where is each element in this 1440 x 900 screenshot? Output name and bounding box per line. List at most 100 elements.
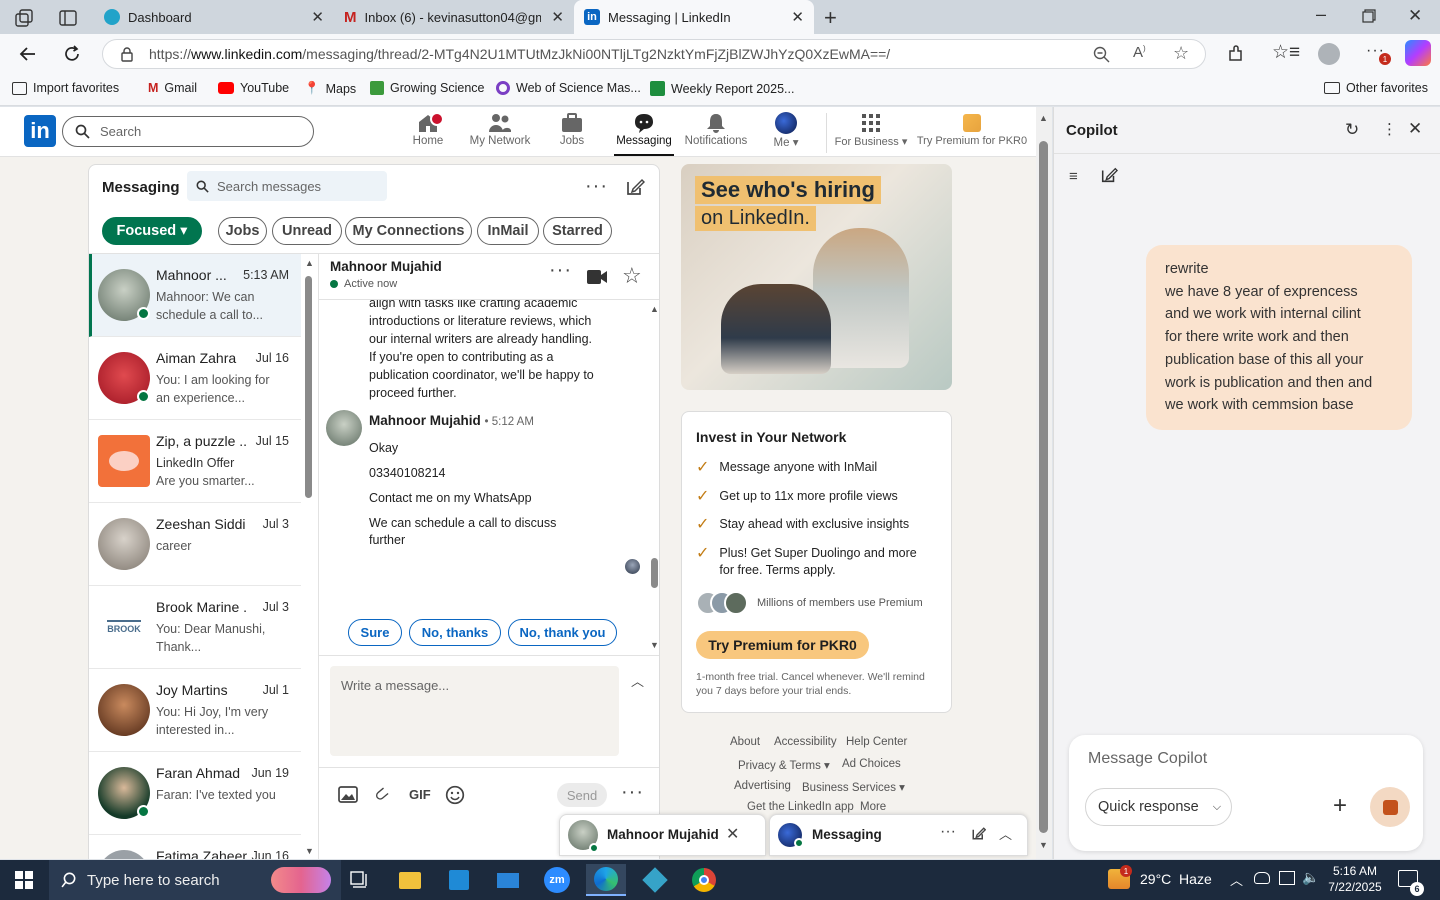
dock-compose-icon[interactable]	[971, 826, 986, 841]
close-tab-icon[interactable]: ✕	[551, 8, 564, 26]
nav-notifications[interactable]: Notifications	[676, 111, 756, 147]
linkedin-logo[interactable]: in	[24, 115, 56, 147]
minimize-icon[interactable]: –	[1316, 4, 1326, 25]
footer-link[interactable]: More	[860, 801, 886, 813]
scroll-down-icon[interactable]: ▼	[1039, 840, 1048, 850]
scroll-up-icon[interactable]: ▲	[650, 304, 659, 314]
footer-link[interactable]: Get the LinkedIn app	[747, 801, 854, 813]
see-whos-hiring-ad[interactable]: See who's hiring on LinkedIn.	[681, 164, 952, 390]
file-explorer-icon[interactable]	[390, 864, 430, 896]
mail-icon[interactable]	[488, 864, 528, 896]
conversation-item[interactable]: Faran Ahmad Jun 19 Faran: I've texted yo…	[89, 752, 301, 835]
scroll-up-icon[interactable]: ▲	[305, 258, 314, 268]
sender-name[interactable]: Mahnoor Mujahid	[369, 413, 481, 428]
tab-dashboard[interactable]: Dashboard ✕	[94, 0, 334, 34]
conversation-list-scrollbar[interactable]: ▲ ▼	[303, 254, 314, 859]
message-compose-input[interactable]: Write a message...	[330, 666, 619, 756]
copilot-message-input[interactable]: Message Copilot	[1088, 750, 1207, 768]
conversation-item[interactable]: Zip, a puzzle ... Jul 15 LinkedIn Offer …	[89, 420, 301, 503]
scrollbar-thumb[interactable]	[305, 276, 312, 498]
nav-me[interactable]: Me ▾	[748, 111, 824, 149]
conversation-item[interactable]: Fatima Zaheer Jun 16	[89, 835, 301, 859]
task-view-icon[interactable]	[340, 864, 380, 896]
scrollbar-thumb[interactable]	[1039, 141, 1048, 833]
zoom-out-icon[interactable]	[1093, 46, 1110, 63]
conversation-item[interactable]: Zeeshan Siddi... Jul 3 career	[89, 503, 301, 586]
conversation-item[interactable]: BROOK Brook Marine ... Jul 3 You: Dear M…	[89, 586, 301, 669]
restore-icon[interactable]	[1362, 9, 1376, 23]
close-icon[interactable]: ✕	[1408, 119, 1422, 139]
dock-more-icon[interactable]: ···	[940, 823, 956, 841]
filter-my-connections[interactable]: My Connections	[345, 217, 472, 245]
close-chat-icon[interactable]: ✕	[726, 824, 739, 844]
more-vertical-icon[interactable]: ⋮	[1382, 120, 1397, 138]
footer-link[interactable]: About	[730, 736, 760, 748]
volume-icon[interactable]: 🔈	[1302, 869, 1319, 886]
favorite-growing-science[interactable]: Growing Science	[370, 81, 485, 95]
taskbar-search-box[interactable]: Type here to search	[49, 860, 341, 900]
footer-link[interactable]: Advertising	[734, 780, 791, 792]
dock-expand-icon[interactable]: ︿	[999, 824, 1012, 843]
new-tab-icon[interactable]: +	[824, 5, 837, 31]
footer-link[interactable]: Business Services ▾	[802, 780, 905, 794]
footer-link[interactable]: Help Center	[846, 736, 907, 748]
video-call-icon[interactable]	[587, 270, 607, 284]
filter-unread[interactable]: Unread	[272, 217, 342, 245]
new-chat-icon[interactable]	[1100, 166, 1118, 184]
windows-start-icon[interactable]	[4, 864, 44, 896]
quick-reply-no-thanks[interactable]: No, thanks	[409, 619, 501, 646]
expand-compose-icon[interactable]: ︿	[631, 671, 644, 690]
footer-link[interactable]: Accessibility	[774, 736, 837, 748]
lock-icon[interactable]	[119, 46, 135, 62]
refresh-icon[interactable]: ↻	[1345, 120, 1359, 140]
close-tab-icon[interactable]: ✕	[311, 8, 324, 26]
favorite-web-of-science[interactable]: Web of Science Mas...	[496, 81, 641, 95]
app-icon[interactable]	[635, 864, 675, 896]
close-tab-icon[interactable]: ✕	[791, 8, 804, 26]
favorite-gmail[interactable]: M Gmail	[148, 81, 197, 95]
compose-more-icon[interactable]: ···	[621, 781, 644, 804]
address-bar[interactable]: https://www.linkedin.com/messaging/threa…	[102, 39, 1206, 69]
attachment-icon[interactable]: ⊂	[369, 782, 394, 808]
workspaces-icon[interactable]	[14, 8, 34, 28]
search-messages-input[interactable]: Search messages	[187, 171, 387, 201]
scroll-up-icon[interactable]: ▲	[1039, 113, 1048, 123]
more-options-icon[interactable]: ···	[585, 175, 608, 198]
conversation-item[interactable]: Joy Martins Jul 1 You: Hi Joy, I'm very …	[89, 669, 301, 752]
system-clock[interactable]: 5:16 AM 7/22/2025	[1326, 863, 1384, 895]
zoom-icon[interactable]: zm	[537, 864, 577, 896]
conversation-item[interactable]: Mahnoor ... 5:13 AM Mahnoor: We can sche…	[89, 254, 301, 337]
tab-gmail[interactable]: M Inbox (6) - kevinasutton04@gmail.com ✕	[334, 0, 574, 34]
sender-avatar[interactable]	[326, 410, 362, 446]
try-premium-button[interactable]: Try Premium for PKR0	[696, 631, 869, 659]
scroll-down-icon[interactable]: ▼	[650, 640, 659, 650]
quick-reply-sure[interactable]: Sure	[348, 619, 402, 646]
add-icon[interactable]: +	[1333, 792, 1347, 820]
filter-jobs[interactable]: Jobs	[218, 217, 267, 245]
gif-button[interactable]: GIF	[409, 787, 431, 802]
edge-browser-icon[interactable]	[586, 864, 626, 896]
thread-scrollbar-thumb[interactable]	[651, 558, 658, 588]
nav-jobs[interactable]: Jobs	[532, 111, 612, 147]
back-icon[interactable]	[18, 44, 38, 64]
tab-linkedin-messaging[interactable]: in Messaging | LinkedIn ✕	[574, 0, 814, 34]
thread-contact-name[interactable]: Mahnoor Mujahid	[330, 259, 442, 274]
favorite-star-icon[interactable]: ☆	[1173, 43, 1189, 64]
weather-text[interactable]: 29°C Haze	[1140, 871, 1212, 887]
close-window-icon[interactable]: ✕	[1408, 6, 1422, 26]
filter-starred[interactable]: Starred	[543, 217, 612, 245]
compose-icon[interactable]	[625, 177, 645, 197]
microsoft-store-icon[interactable]	[439, 864, 479, 896]
image-icon[interactable]	[338, 786, 358, 803]
other-favorites[interactable]: Other favorites	[1324, 81, 1428, 95]
vertical-tabs-icon[interactable]	[58, 8, 78, 28]
footer-link[interactable]: Privacy & Terms ▾	[738, 758, 830, 772]
onedrive-icon[interactable]	[1254, 872, 1270, 884]
show-hidden-icons-icon[interactable]: ︿	[1230, 870, 1243, 889]
chat-dock-mahnoor[interactable]: Mahnoor Mujahid ✕	[559, 814, 766, 856]
star-icon[interactable]: ☆	[622, 263, 642, 289]
scroll-down-icon[interactable]: ▼	[305, 846, 314, 856]
footer-link[interactable]: Ad Choices	[842, 758, 901, 770]
nav-home[interactable]: Home	[388, 111, 468, 147]
page-scrollbar[interactable]: ▲ ▼	[1036, 107, 1052, 859]
